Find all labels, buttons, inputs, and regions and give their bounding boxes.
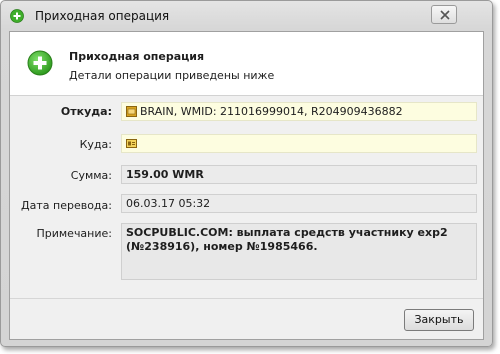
- footer-divider: [10, 298, 483, 299]
- amount-field: 159.00 WMR: [121, 165, 477, 184]
- dialog-client: Приходная операция Детали операции приве…: [9, 31, 484, 340]
- close-button[interactable]: Закрыть: [404, 309, 474, 331]
- date-label: Дата перевода:: [21, 199, 112, 212]
- dialog-header: Приходная операция Детали операции приве…: [10, 32, 483, 96]
- note-label: Примечание:: [36, 227, 112, 240]
- window-title: Приходная операция: [35, 9, 170, 23]
- to-label: Куда:: [79, 138, 112, 151]
- from-value: BRAIN, WMID: 211016999014, R204909436882: [140, 105, 403, 118]
- header-title: Приходная операция: [69, 50, 205, 63]
- plus-circle-icon: [10, 9, 24, 23]
- note-field[interactable]: SOCPUBLIC.COM: выплата средств участнику…: [121, 223, 477, 280]
- close-icon: [440, 10, 450, 20]
- from-label: Откуда:: [60, 105, 112, 118]
- plus-circle-icon: [27, 50, 53, 76]
- dialog-window: Приходная операция Приходная операция Де…: [0, 0, 493, 347]
- amount-label: Сумма:: [70, 169, 112, 182]
- id-card-icon: [126, 139, 137, 148]
- from-field[interactable]: BRAIN, WMID: 211016999014, R204909436882: [121, 102, 477, 121]
- date-value: 06.03.17 05:32: [126, 197, 211, 210]
- header-subtitle: Детали операции приведены ниже: [69, 69, 275, 82]
- window-close-button[interactable]: [431, 5, 457, 24]
- amount-value: 159.00 WMR: [126, 168, 204, 181]
- date-field: 06.03.17 05:32: [121, 194, 477, 213]
- wallet-icon: [126, 106, 137, 117]
- to-field[interactable]: [121, 134, 477, 153]
- title-bar[interactable]: Приходная операция: [1, 1, 492, 31]
